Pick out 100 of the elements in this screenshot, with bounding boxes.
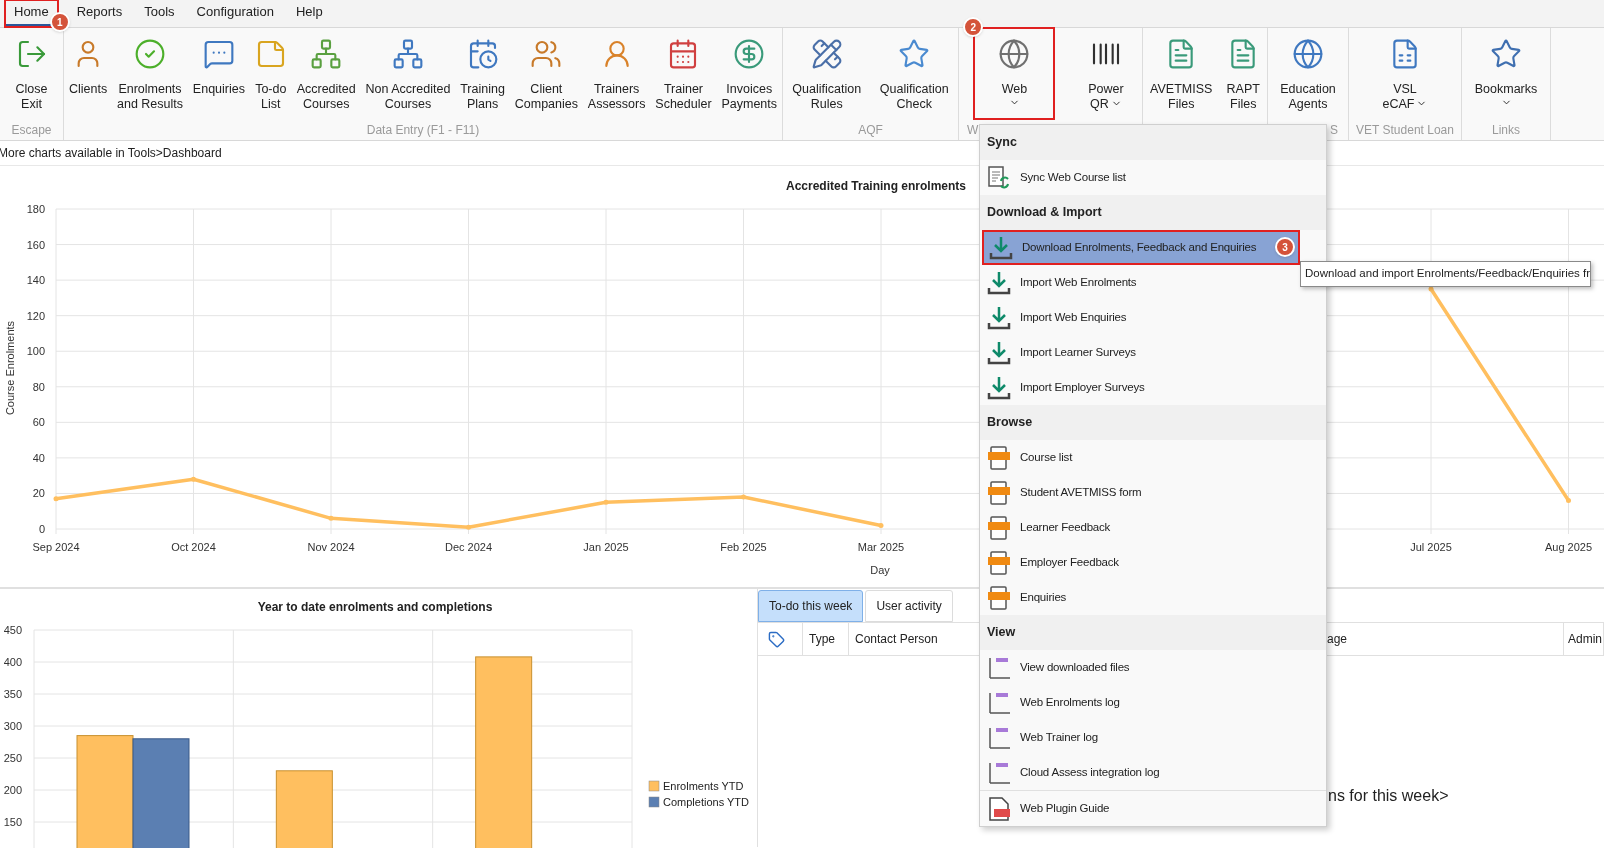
ribbon-button[interactable]: RAPT Files (1223, 28, 1263, 119)
download-icon (989, 235, 1013, 260)
web-file-icon (987, 550, 1011, 575)
menu-item[interactable]: Cloud Assess integration log (980, 755, 1298, 790)
menu-item[interactable]: Import Learner Surveys (980, 335, 1298, 370)
menu-item[interactable]: Download Enrolments, Feedback and Enquiries 3 (982, 230, 1300, 265)
tag-icon (768, 630, 785, 648)
column-header[interactable]: Admin (1568, 630, 1602, 648)
ribbon-button[interactable]: AVETMISS Files (1147, 28, 1216, 119)
menu-item[interactable]: Web Plugin Guide (980, 791, 1298, 826)
panel-tab[interactable]: To-do this week (758, 590, 864, 622)
ribbon-button[interactable]: Client Companies (511, 28, 581, 119)
menu-item[interactable]: Learner Feedback (980, 510, 1298, 545)
group-label: Escape (11, 121, 52, 139)
axis-tick-label: Feb 2025 (720, 541, 767, 553)
menu-section-header: View (987, 624, 1016, 642)
data-point (466, 524, 471, 530)
menu-item[interactable]: View downloaded files (980, 650, 1298, 685)
check-circle-icon (134, 38, 166, 70)
data-point (53, 496, 59, 502)
web-file-icon (987, 585, 1011, 610)
menu-item[interactable]: Course list (980, 440, 1298, 475)
menu-item[interactable]: Employer Feedback (980, 545, 1298, 580)
data-point (741, 494, 746, 500)
ribbon-button[interactable]: Bookmarks (1471, 28, 1541, 119)
menu-item[interactable]: Sync Web Course list (980, 160, 1298, 195)
log-file-icon (987, 725, 1011, 750)
group-label: AQF (858, 121, 883, 139)
hierarchy-icon (310, 38, 343, 70)
star-icon (898, 38, 931, 70)
axis-tick-label: 60 (32, 416, 45, 429)
menu-tab[interactable]: Reports (73, 0, 126, 27)
ribbon-button[interactable]: Power QR (1085, 28, 1127, 119)
ribbon-button[interactable]: To-do List (251, 28, 290, 119)
column-header[interactable]: Type (809, 630, 835, 648)
callout-badge: 3 (1275, 237, 1295, 257)
ribbon-button[interactable]: VSL eCAF (1379, 28, 1431, 119)
menu-item[interactable]: Student AVETMISS form (980, 475, 1298, 510)
menu-item[interactable]: Enquiries (980, 580, 1298, 615)
ribbon-button[interactable]: Qualification Check (876, 28, 952, 119)
axis-tick-label: 400 (3, 656, 22, 668)
legend-label: Completions YTD (663, 796, 749, 808)
menu-item[interactable]: Import Web Enrolments (980, 265, 1298, 300)
ribbon-button[interactable]: Trainers Assessors (584, 28, 649, 119)
group-label: Links (1492, 121, 1520, 139)
ribbon-button[interactable]: Invoices Payments (718, 28, 781, 119)
web-file-icon (987, 480, 1011, 505)
download-icon (987, 270, 1011, 295)
group-label: S (1330, 121, 1338, 139)
menu-section-header: Browse (987, 414, 1033, 432)
data-point (1566, 498, 1571, 504)
download-icon (987, 340, 1011, 365)
data-point (878, 522, 884, 528)
ribbon-button[interactable]: Training Plans (457, 28, 508, 119)
pdf-file-icon (987, 796, 1011, 821)
menu-item[interactable]: Import Employer Surveys (980, 370, 1298, 405)
menu-item[interactable]: Web Trainer log (980, 720, 1298, 755)
menu-item[interactable]: Import Web Enquiries (980, 300, 1298, 335)
menu-item[interactable]: Web Enrolments log (980, 685, 1298, 720)
axis-tick-label: 20 (32, 487, 45, 500)
axis-tick-label: Jan 2025 (583, 541, 629, 553)
axis-title: Day (870, 564, 890, 576)
axis-tick-label: 140 (26, 274, 45, 287)
globe-icon (998, 38, 1031, 70)
group-label: VET Student Loan (1356, 121, 1454, 139)
ribbon-button[interactable]: Enquiries (189, 28, 248, 119)
axis-tick-label: 200 (3, 784, 22, 796)
ribbon-button[interactable]: Education Agents (1277, 28, 1339, 119)
axis-tick-label: 450 (3, 624, 22, 636)
ribbon-button[interactable]: Trainer Scheduler (652, 28, 715, 119)
legend-swatch (648, 796, 660, 808)
chart-title: Year to date enrolments and completions (257, 600, 493, 614)
log-file-icon (987, 655, 1011, 680)
download-icon (987, 305, 1011, 330)
ribbon-button[interactable]: Enrolments and Results (114, 28, 186, 119)
column-header[interactable]: Contact Person (855, 630, 938, 648)
axis-tick-label: 40 (32, 451, 45, 464)
axis-tick-label: 150 (3, 816, 22, 828)
tooltip: Download and import Enrolments/Feedback/Enquiries fr (1300, 261, 1592, 287)
chart-title: Accredited Training enrolments (786, 179, 967, 193)
panel-tab[interactable]: User activity (865, 590, 953, 622)
legend-swatch (648, 780, 660, 792)
menu-tab[interactable]: Tools (141, 0, 178, 27)
log-file-icon (987, 760, 1011, 785)
web-file-icon (987, 445, 1011, 470)
hierarchy-icon (391, 38, 424, 70)
column-header[interactable]: age (1327, 630, 1348, 648)
ribbon-button[interactable]: Accredited Courses (293, 28, 359, 119)
menu-tab[interactable]: Configuration (193, 0, 277, 27)
axis-tick-label: Dec 2024 (444, 541, 493, 553)
empty-message: ns for this week> (1328, 786, 1449, 806)
menu-tab[interactable]: Help (292, 0, 326, 27)
callout-badge: 2 (963, 17, 984, 37)
data-point (191, 476, 196, 482)
ribbon-button[interactable]: Non Accredited Courses (362, 28, 454, 119)
list-refresh-icon (987, 165, 1011, 190)
ribbon-button[interactable]: Qualification Rules (789, 28, 865, 119)
star-icon (1490, 38, 1522, 70)
ribbon-button[interactable]: Close Exit (12, 28, 51, 119)
axis-tick-label: 120 (26, 309, 45, 322)
